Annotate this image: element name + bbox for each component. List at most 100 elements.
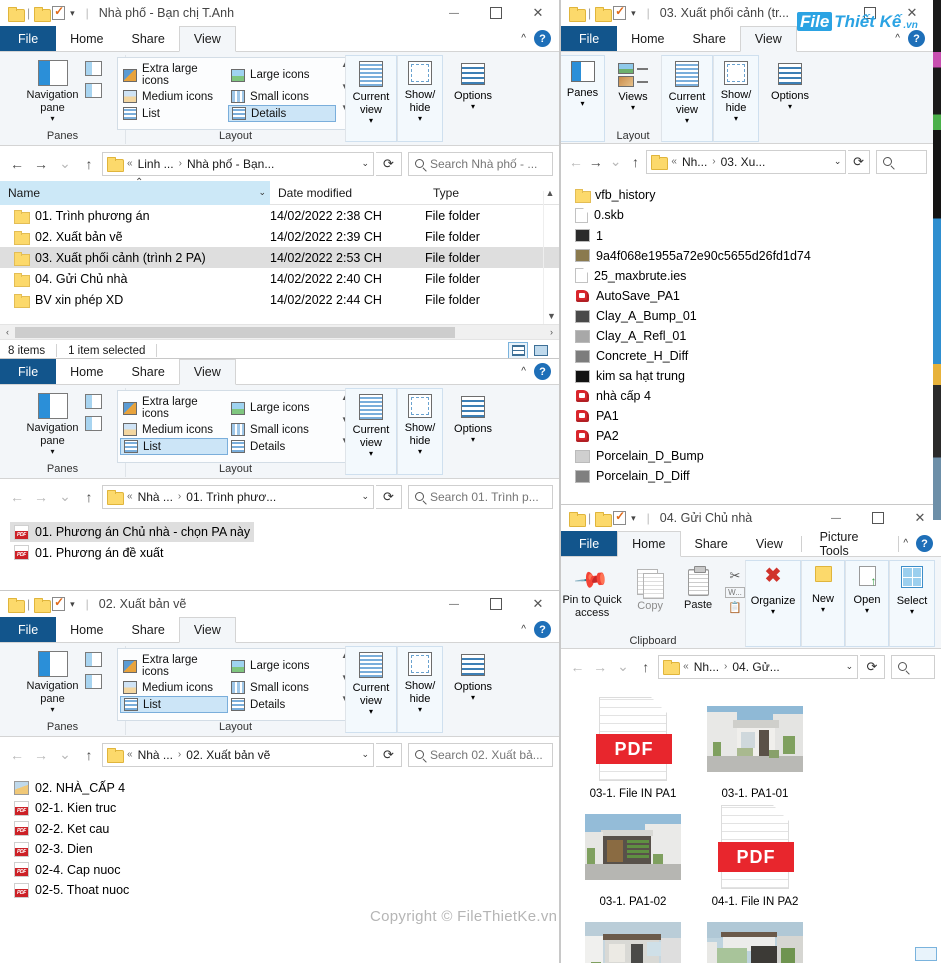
address-bar[interactable]: ← → ⌄ ↑ « Linh ... › Nhà phố - Bạn... ⌄ … (0, 146, 559, 181)
list-item[interactable]: 02-2. Ket cau (10, 819, 113, 839)
layout-large-icons[interactable]: Large icons (228, 653, 336, 679)
layout-extra-large-icons[interactable]: Extra large icons (120, 395, 228, 421)
tab-view[interactable]: View (742, 531, 797, 556)
tab-file[interactable]: File (0, 26, 57, 51)
close-button[interactable] (517, 0, 559, 26)
ribbon-group-options[interactable]: Options ▾ (443, 55, 503, 144)
minimize-button[interactable] (433, 0, 475, 26)
scroll-down-icon[interactable]: ▼ (547, 311, 556, 324)
breadcrumb-item-0[interactable]: Nh... (694, 660, 719, 674)
list-item[interactable]: 02-4. Cap nuoc (10, 860, 124, 880)
breadcrumb-item-1[interactable]: 03. Xu... (721, 155, 766, 169)
chevron-down-icon[interactable]: ⌄ (361, 491, 369, 502)
breadcrumb[interactable]: « Nhà ... › 01. Trình phươ... ⌄ (102, 484, 374, 509)
ribbon-group-new[interactable]: New ▾ (801, 560, 845, 647)
large-icons-view-toggle[interactable] (531, 342, 551, 359)
tab-view[interactable]: View (178, 26, 236, 52)
ribbon-tabs[interactable]: File Home Share View Picture Tools ^ ? (561, 530, 941, 558)
search-input[interactable]: Search 02. Xuất bả... (408, 742, 553, 767)
horizontal-scrollbar[interactable]: ‹ › (0, 324, 559, 339)
recent-locations-button[interactable]: ⌄ (607, 151, 625, 173)
tab-share[interactable]: Share (118, 617, 179, 642)
file-list[interactable]: 02. NHÀ_CẤP 4 02-1. Kien truc 02-2. Ket … (0, 772, 559, 901)
crumb-overflow[interactable]: « (683, 661, 689, 672)
up-button[interactable]: ↑ (635, 656, 656, 678)
ribbon-view[interactable]: Navigation pane ▾ Panes Extra large icon… (0, 385, 559, 479)
layout-options-list[interactable]: Extra large icons Large icons Medium ico… (120, 651, 336, 713)
vertical-scrollbar[interactable]: ▼ (543, 191, 559, 324)
chevron-down-icon[interactable]: ▾ (418, 447, 422, 456)
tab-view[interactable]: View (739, 26, 797, 52)
recent-locations-button[interactable]: ⌄ (613, 656, 634, 678)
details-pane-icon[interactable] (84, 674, 102, 689)
refresh-button[interactable]: ⟳ (860, 654, 885, 679)
breadcrumb-item-0[interactable]: Nhà ... (138, 490, 173, 504)
thumbnail-item[interactable]: 03-1. PA1-01 (697, 694, 813, 800)
file-list[interactable]: 01. Phương án Chủ nhà - chọn PA này 01. … (0, 514, 559, 563)
details-pane-icon[interactable] (84, 83, 102, 98)
layout-large-icons[interactable]: Large icons (228, 395, 336, 421)
layout-medium-icons[interactable]: Medium icons (120, 680, 228, 695)
address-bar[interactable]: ← → ⌄ ↑ « Nhà ... › 02. Xuất bản vẽ ⌄ ⟳ … (0, 737, 559, 772)
layout-medium-icons[interactable]: Medium icons (120, 89, 228, 104)
collapse-ribbon-icon[interactable]: ^ (521, 33, 526, 44)
quick-access-toolbar[interactable]: | ▾ | (2, 4, 89, 22)
layout-extra-large-icons[interactable]: Extra large icons (120, 653, 228, 679)
window-explorer-gui-chu-nha[interactable]: | ▾ | 04. Gửi Chủ nhà File Home Share Vi… (560, 504, 941, 963)
thumbnail-item[interactable]: 03-1. PA1-02 (575, 802, 691, 908)
thumbnail-item[interactable]: 03-1. File IN PA1 (575, 694, 691, 800)
cut-icon[interactable]: ✂ (730, 568, 741, 584)
chevron-down-icon[interactable]: ▾ (631, 103, 635, 112)
folder-icon[interactable] (34, 6, 52, 22)
list-item[interactable]: 02. NHÀ_CẤP 4 (10, 778, 129, 798)
list-item[interactable]: 9a4f068e1955a72e90c5655d26fd1d74 (571, 246, 815, 266)
close-button[interactable] (517, 591, 559, 617)
list-item[interactable]: vfb_history (571, 185, 659, 205)
copy-path-icon[interactable]: W... (725, 587, 745, 598)
layout-small-icons[interactable]: Small icons (228, 89, 336, 104)
window-controls[interactable] (433, 591, 559, 617)
tab-share[interactable]: Share (118, 359, 179, 384)
list-item[interactable]: Clay_A_Bump_01 (571, 306, 701, 326)
scroll-left-icon[interactable]: ‹ (0, 327, 15, 337)
tab-home[interactable]: Home (56, 617, 117, 642)
folder-icon[interactable] (34, 597, 52, 613)
crumb-overflow[interactable]: « (127, 491, 133, 502)
list-item[interactable]: PA1 (571, 406, 623, 426)
chevron-down-icon[interactable]: ▾ (631, 513, 636, 524)
layout-small-icons[interactable]: Small icons (228, 680, 336, 695)
chevron-down-icon[interactable]: ▾ (471, 435, 475, 444)
view-toggle-group[interactable] (508, 342, 551, 359)
ribbon-group-organize[interactable]: ✖ Organize ▾ (745, 560, 801, 647)
forward-button[interactable]: → (30, 486, 52, 508)
ribbon-group-show-hide[interactable]: Show/ hide ▾ (713, 55, 759, 142)
up-button[interactable]: ↑ (78, 744, 100, 766)
list-item[interactable]: Porcelain_D_Diff (571, 466, 694, 486)
address-bar[interactable]: ← → ⌄ ↑ « Nhà ... › 01. Trình phươ... ⌄ … (0, 479, 559, 514)
ribbon-group-current-view[interactable]: Current view ▾ (345, 55, 397, 142)
layout-details[interactable]: Details (228, 696, 336, 713)
chevron-down-icon[interactable]: ▾ (471, 693, 475, 702)
properties-icon[interactable] (613, 509, 627, 525)
list-item[interactable]: 02-1. Kien truc (10, 798, 120, 818)
back-button[interactable]: ← (567, 656, 588, 678)
list-item[interactable]: 02-5. Thoat nuoc (10, 880, 133, 900)
back-button[interactable]: ← (567, 151, 585, 173)
forward-button[interactable]: → (30, 744, 52, 766)
details-pane-icon[interactable] (84, 416, 102, 431)
ribbon-group-select[interactable]: Select ▾ (889, 560, 935, 647)
tab-home[interactable]: Home (56, 26, 117, 51)
breadcrumb-item-0[interactable]: Nhà ... (138, 748, 173, 762)
ribbon-view[interactable]: Panes ▾ Views ▾ Layout Current view ▾ Sh… (561, 52, 933, 144)
layout-list[interactable]: List (120, 105, 228, 122)
chevron-down-icon[interactable]: ▾ (865, 606, 869, 615)
breadcrumb-item-1[interactable]: 04. Gử... (732, 660, 779, 674)
quick-access-toolbar[interactable]: | ▾ | (2, 595, 89, 613)
address-bar[interactable]: ← → ⌄ ↑ « Nh... › 04. Gử... ⌄ ⟳ (561, 649, 941, 684)
properties-icon[interactable] (613, 4, 627, 20)
search-input[interactable]: Search 01. Trình p... (408, 484, 553, 509)
chevron-down-icon[interactable]: ▾ (734, 114, 738, 123)
folder-icon[interactable] (595, 6, 613, 22)
forward-button[interactable]: → (587, 151, 605, 173)
minimize-button[interactable] (433, 591, 475, 617)
